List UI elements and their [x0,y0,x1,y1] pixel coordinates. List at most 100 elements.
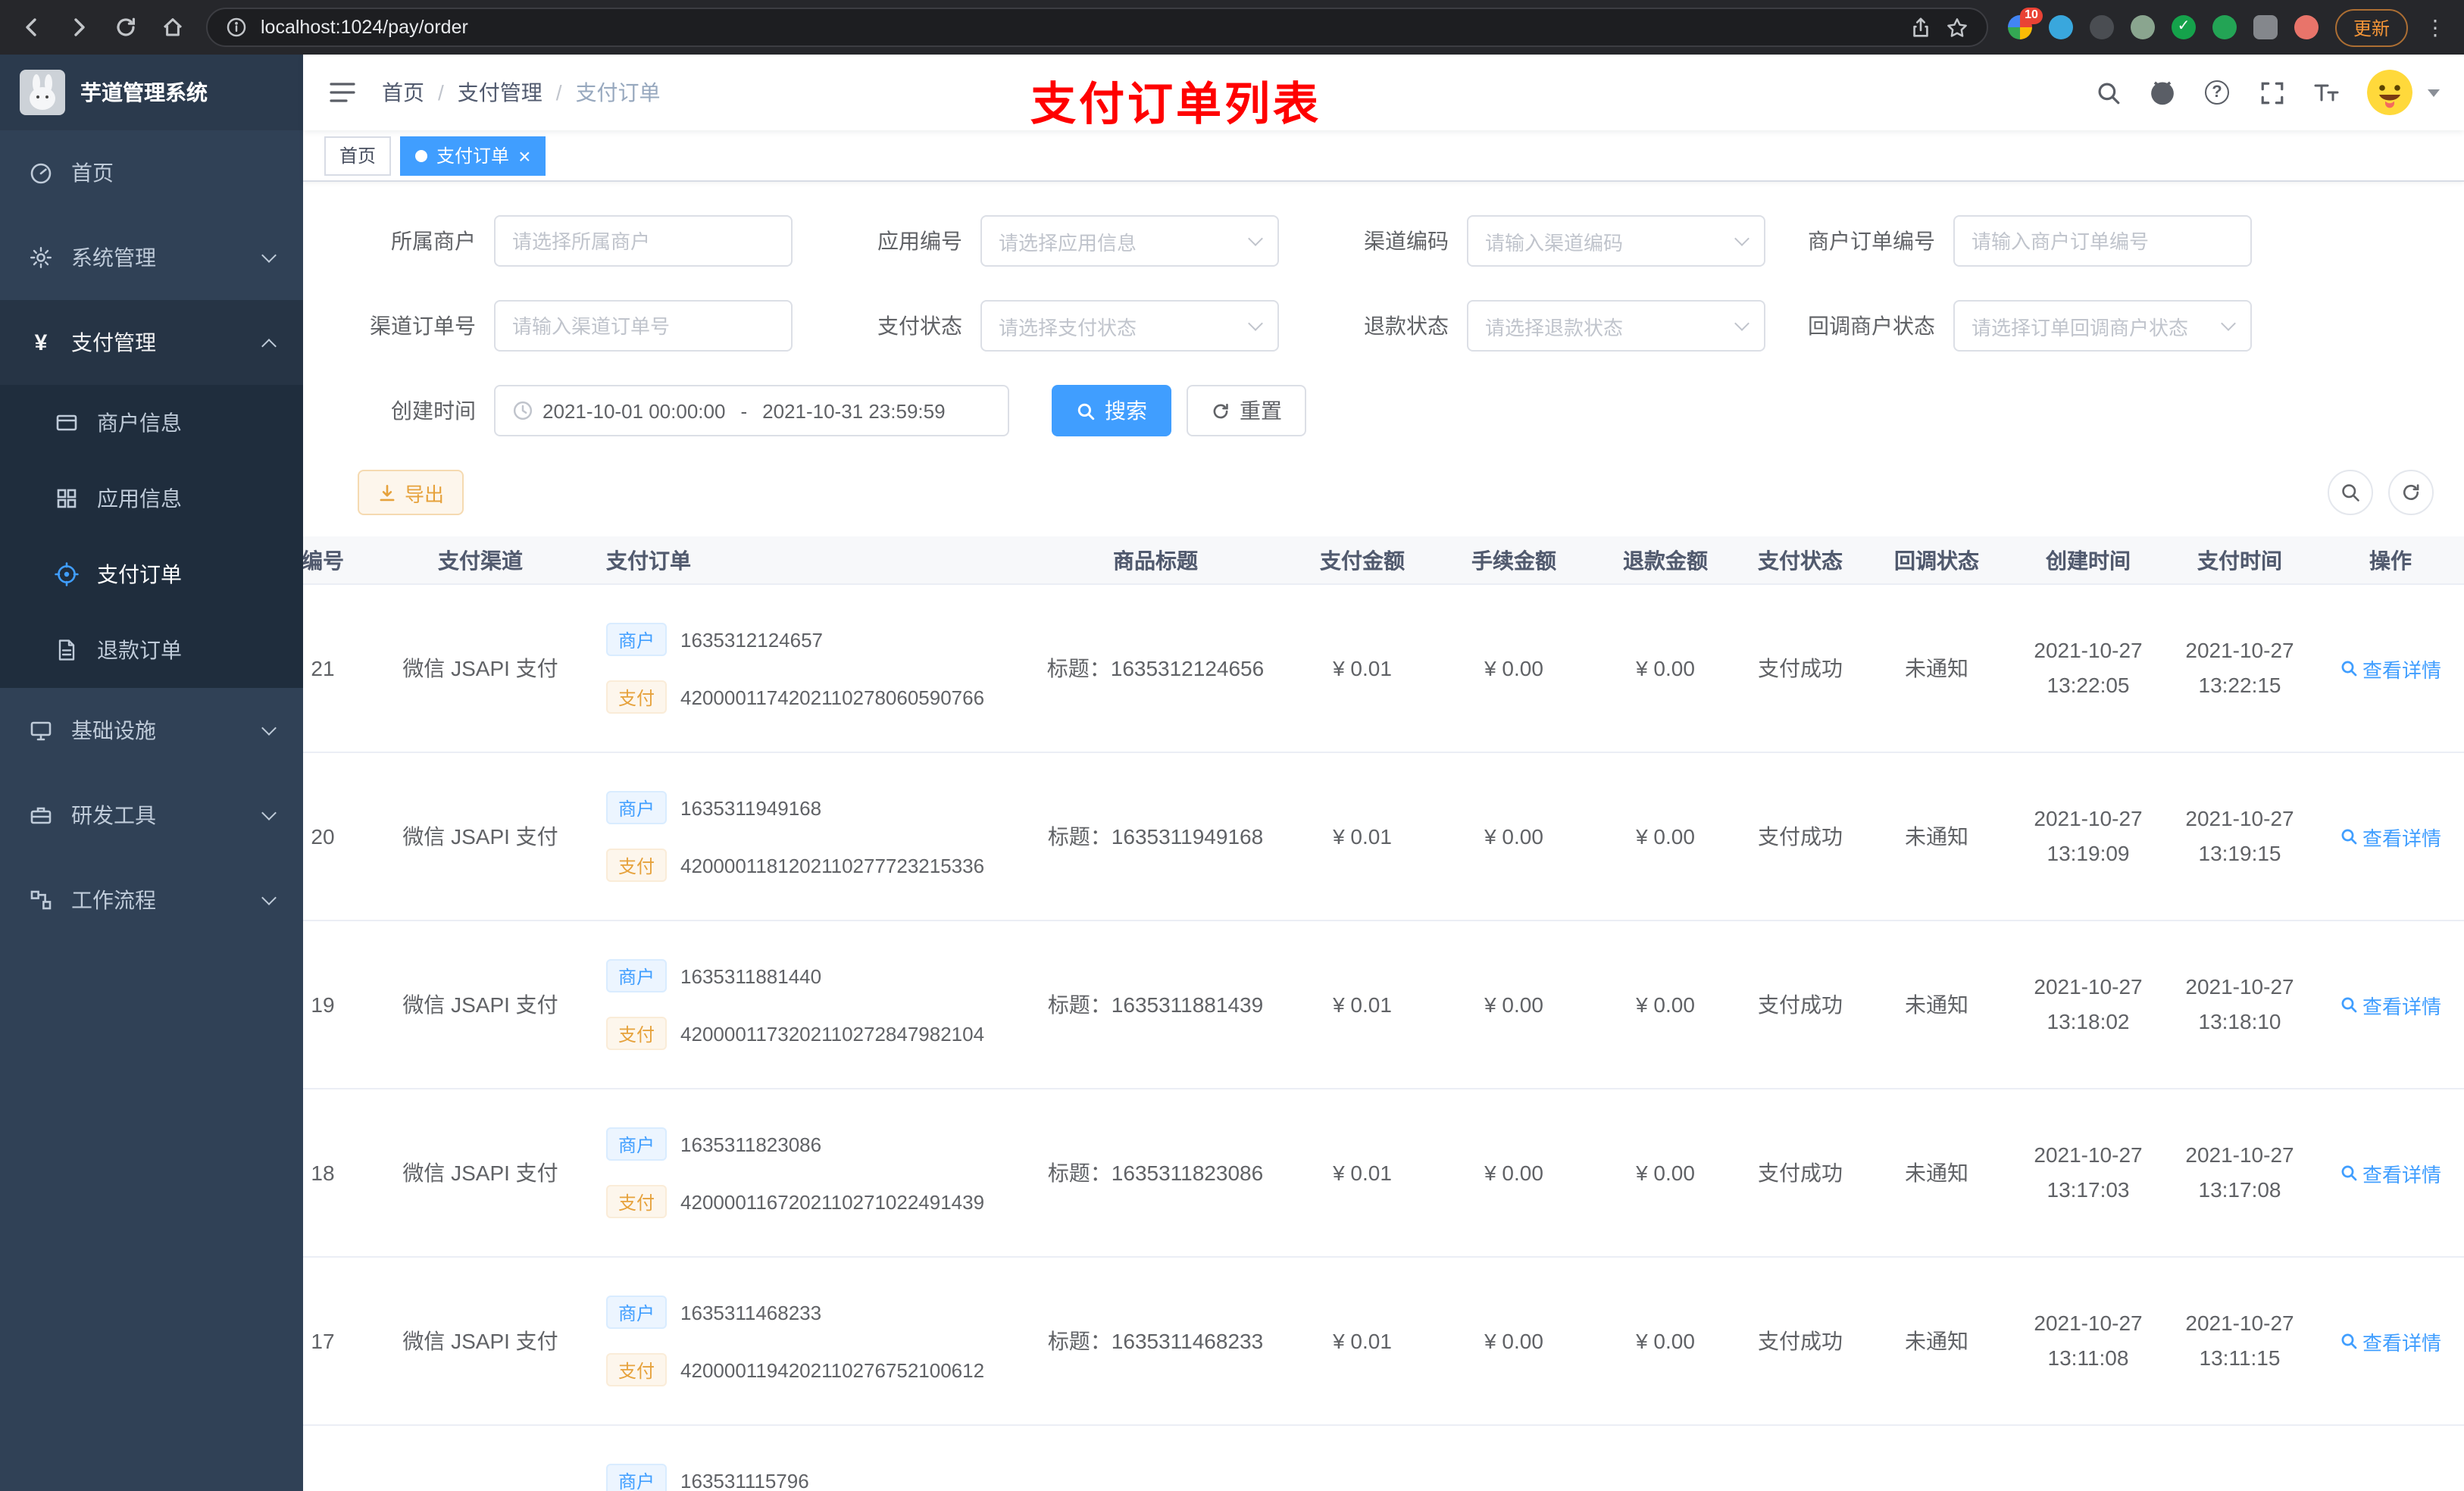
address-bar[interactable]: localhost:1024/pay/order [206,8,1988,47]
sidebar-item-workflow[interactable]: 工作流程 [0,858,303,942]
chevron-down-icon [261,890,277,905]
sidebar-item-label: 支付管理 [71,330,156,355]
view-detail-link[interactable]: 查看详情 [2340,1158,2441,1187]
view-detail-link[interactable]: 查看详情 [2340,822,2441,851]
user-avatar[interactable] [2367,70,2412,115]
extension-icon-green-check[interactable]: ✓ [2171,15,2196,39]
forward-icon[interactable] [65,14,92,41]
col-notify: 回调状态 [1894,548,1979,572]
merchant-input-field[interactable] [512,230,774,252]
filter-label: 所属商户 [391,229,476,253]
chevron-down-icon [2221,315,2236,330]
font-size-icon[interactable] [2312,79,2340,106]
sidebar-item-app-info[interactable]: 应用信息 [0,461,303,536]
pay-order-cell: 商户 1635311949168 支付 4200001181202110277723… [582,753,1024,920]
filter-label: 应用编号 [877,229,962,253]
tab-home[interactable]: 首页 [324,136,392,175]
browser-profile-avatar[interactable] [2294,15,2319,39]
order-id: 20 [311,824,335,849]
sidebar-item-merchant-info[interactable]: 商户信息 [0,385,303,461]
breadcrumb-pay[interactable]: 支付管理 [458,77,543,108]
create-time-cell: 2021-10-27 13:19:09 [2014,753,2162,920]
share-icon[interactable] [1909,16,1932,39]
channel-order-no-input[interactable] [494,300,793,352]
channel-order-no: 4200001173202110272847982104 [680,1022,985,1045]
pay-status-select[interactable]: 请选择支付状态 [980,300,1279,352]
aim-icon [55,562,79,586]
create-date: 2021-10-27 [2034,1142,2143,1167]
merchant-input[interactable] [494,215,793,267]
bookmark-star-icon[interactable] [1946,16,1968,39]
date-range-picker[interactable]: 2021-10-01 00:00:00 - 2021-10-31 23:59:5… [494,385,1009,436]
channel-order-no-field[interactable] [512,314,774,337]
filter-merchant-order-no: 商户订单编号 [1787,215,2252,267]
sidebar-item-refund-order[interactable]: 退款订单 [0,612,303,688]
pay-amount: ¥ 0.01 [1333,992,1392,1017]
extension-icon-sage[interactable] [2130,15,2155,39]
gear-icon [29,245,53,270]
sidebar-item-system[interactable]: 系统管理 [0,215,303,300]
view-detail-link[interactable]: 查看详情 [2340,1327,2441,1355]
sidebar-item-pay[interactable]: ¥ 支付管理 [0,300,303,385]
tab-close-icon[interactable]: × [518,145,530,166]
pay-time: 13:22:15 [2198,673,2281,697]
sidebar-item-devtools[interactable]: 研发工具 [0,773,303,858]
refresh-icon[interactable] [112,14,139,41]
filter-label: 退款状态 [1364,314,1449,338]
filter-label: 回调商户状态 [1808,314,1935,338]
merchant-order-no-input[interactable] [1953,215,2252,267]
tab-label: 首页 [339,145,377,167]
merchant-tag: 商户 [606,791,668,824]
sidebar-item-infra[interactable]: 基础设施 [0,688,303,773]
browser-menu-icon[interactable]: ⋮ [2425,17,2446,38]
tab-pay-order[interactable]: 支付订单 × [400,136,546,175]
pay-status: 支付成功 [1758,824,1843,849]
extension-icon-green[interactable] [2212,15,2237,39]
site-info-icon[interactable] [226,17,247,38]
pay-status: 支付成功 [1758,992,1843,1017]
home-icon[interactable] [159,14,186,41]
pay-time: 13:17:08 [2198,1177,2281,1202]
export-button[interactable]: 导出 [358,470,464,515]
reset-button[interactable]: 重置 [1187,385,1306,436]
hamburger-icon[interactable] [327,77,358,108]
extension-icon-dark[interactable] [2089,15,2114,39]
caret-down-icon[interactable] [2428,89,2440,96]
extension-icon-blue[interactable] [2048,15,2073,39]
browser-update-button[interactable]: 更新 [2334,8,2408,46]
refresh-table-button[interactable] [2388,470,2434,515]
view-detail-link[interactable]: 查看详情 [2340,990,2441,1019]
filter-refund-status: 退款状态 请选择退款状态 [1300,300,1765,352]
merchant-order-no-field[interactable] [1972,230,2234,252]
breadcrumb-home[interactable]: 首页 [382,77,424,108]
extensions-puzzle-icon[interactable] [2253,15,2278,39]
pay-channel: 微信 JSAPI 支付 [402,992,558,1017]
goods-title: 标题：1635311468233 [1047,1329,1264,1353]
date-end: 2021-10-31 23:59:59 [762,399,946,422]
channel-code-select[interactable]: 请输入渠道编码 [1467,215,1765,267]
sidebar-item-home[interactable]: 首页 [0,130,303,215]
fullscreen-icon[interactable] [2258,79,2285,106]
channel-order-no: 4200001181202110277723215336 [680,854,985,877]
notify-status-select[interactable]: 请选择订单回调商户状态 [1953,300,2252,352]
header-actions: ? [2094,70,2440,115]
back-icon[interactable] [18,14,45,41]
app-logo[interactable]: 芋道管理系统 [0,55,303,130]
sidebar-item-pay-order[interactable]: 支付订单 [0,536,303,612]
hide-search-button[interactable] [2328,470,2373,515]
app-id-select[interactable]: 请选择应用信息 [980,215,1279,267]
col-fee: 手续金额 [1471,548,1556,572]
refund-status-select[interactable]: 请选择退款状态 [1467,300,1765,352]
filter-row-2: 渠道订单号 支付状态 请选择支付状态 退款状态 请选择退款状态 回调商户状态 请… [303,300,2464,352]
merchant-order-no: 1635311881440 [680,964,822,987]
merchant-tag: 商户 [606,1127,668,1161]
search-icon[interactable] [2094,79,2122,106]
search-button[interactable]: 搜索 [1052,385,1171,436]
fee-amount: ¥ 0.00 [1484,656,1543,680]
help-icon[interactable]: ? [2203,79,2231,106]
github-icon[interactable] [2149,79,2176,106]
view-detail-link[interactable]: 查看详情 [2340,654,2441,683]
extension-icon-colorful[interactable]: 10 [2007,8,2043,39]
pay-time: 13:19:15 [2198,841,2281,865]
col-status: 支付状态 [1758,548,1843,572]
